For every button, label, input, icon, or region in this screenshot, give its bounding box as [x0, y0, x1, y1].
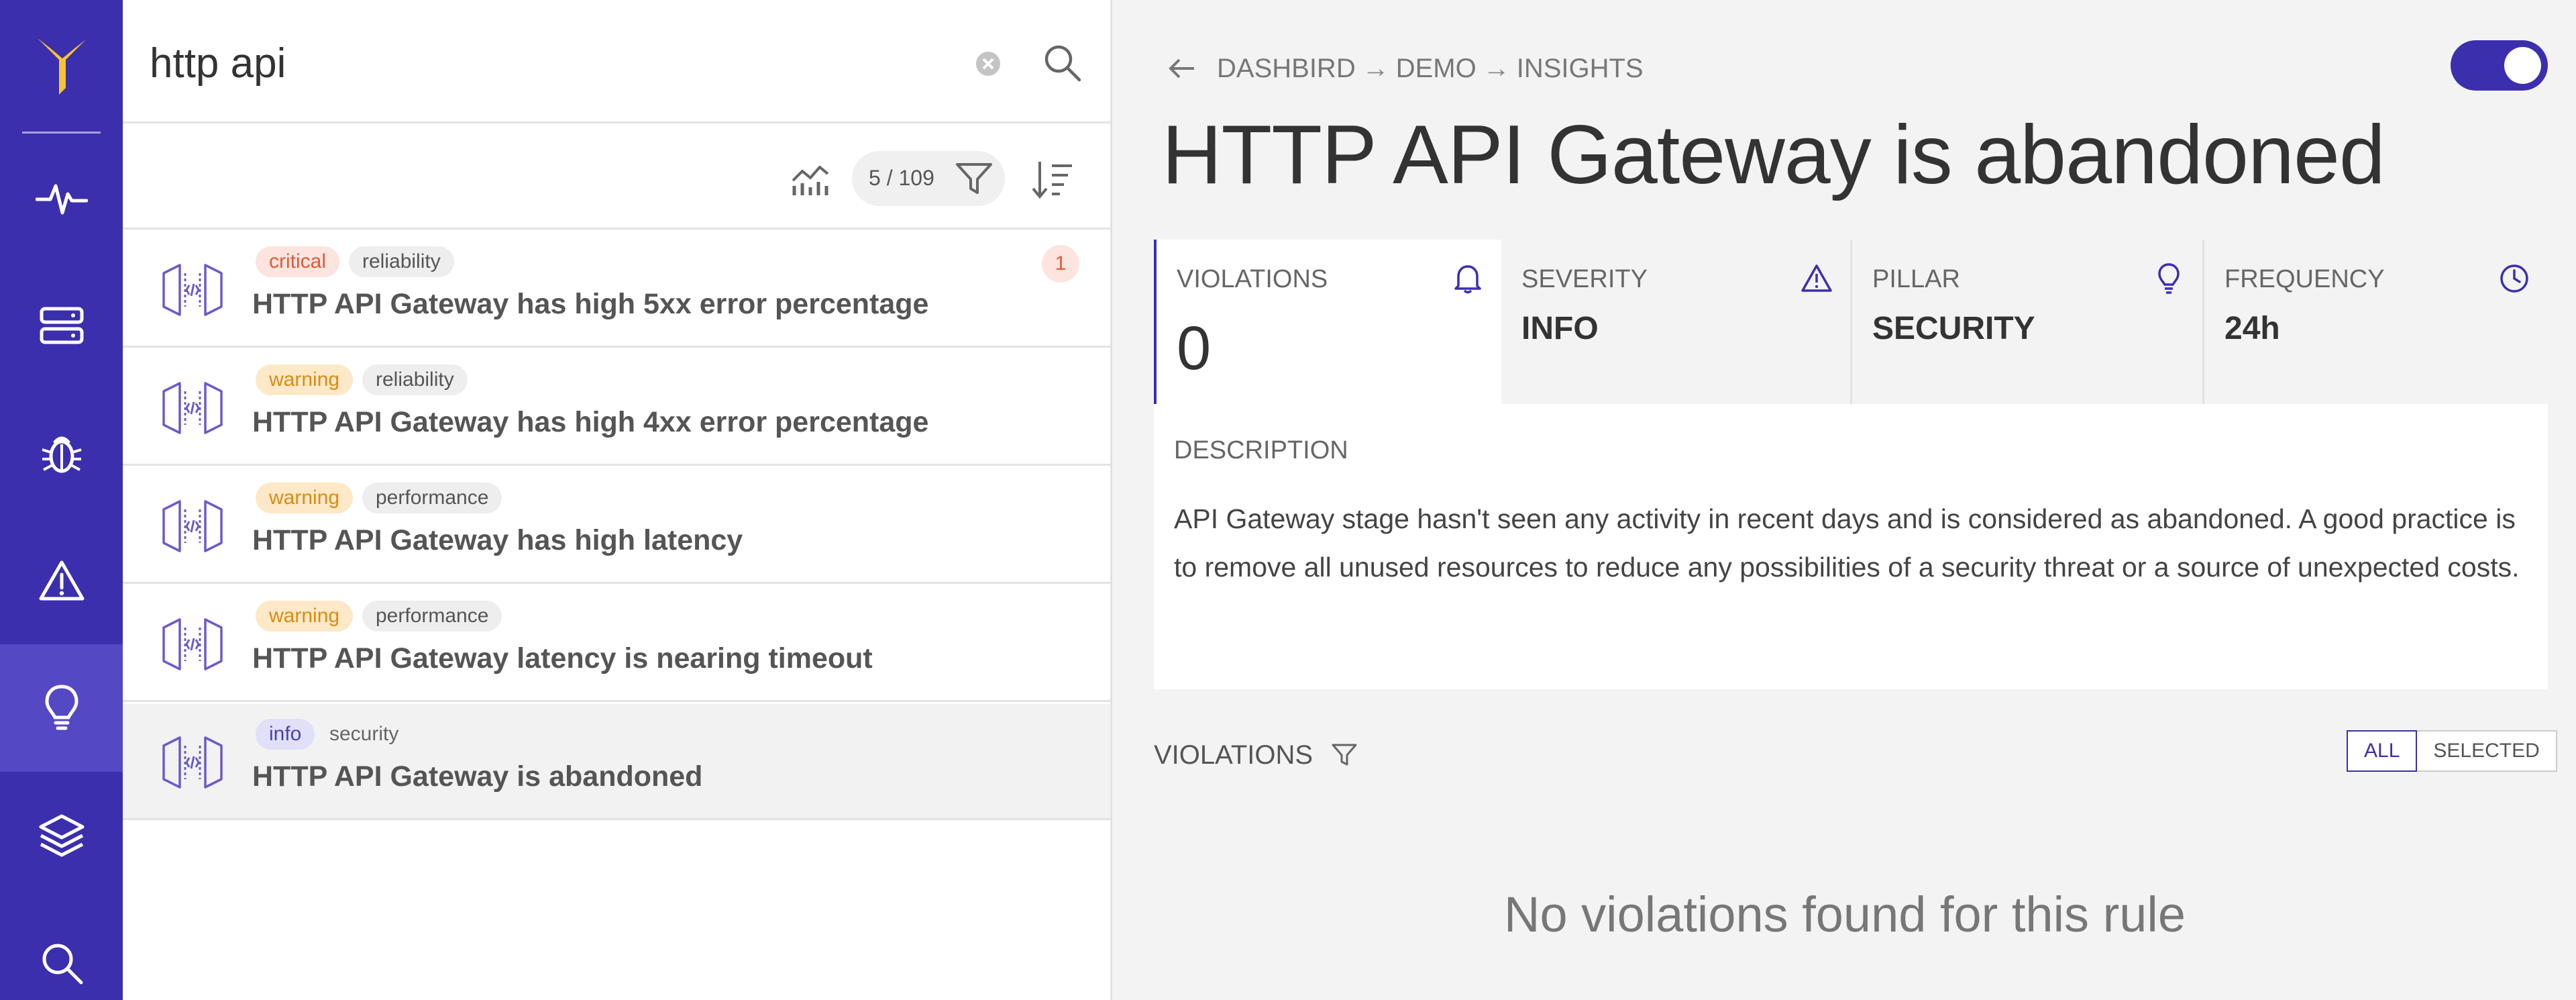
clear-search-button[interactable]	[971, 47, 1005, 81]
breadcrumb-separator: →	[1362, 53, 1389, 83]
layers-icon	[39, 814, 84, 857]
filter-selected-button[interactable]: SELECTED	[2417, 730, 2557, 772]
severity-label: SEVERITY	[1521, 265, 1648, 293]
api-gateway-icon	[160, 614, 225, 674]
nav-infrastructure[interactable]	[0, 262, 123, 389]
rule-title: HTTP API Gateway has high latency	[252, 524, 743, 556]
dashbird-logo[interactable]	[0, 0, 123, 132]
search-bar	[123, 0, 1110, 123]
api-gateway-icon	[160, 260, 225, 320]
nav-alarms[interactable]	[0, 517, 123, 644]
breadcrumb-demo[interactable]: DEMO	[1396, 54, 1477, 84]
pillar-value: SECURITY	[1872, 311, 2035, 346]
sort-icon	[1032, 161, 1072, 199]
filter-count-button[interactable]: 5 / 109	[852, 151, 1005, 206]
chart-toggle-button[interactable]	[787, 156, 834, 203]
rule-list-item[interactable]: warning performance HTTP API Gateway has h…	[123, 468, 1110, 584]
nav-activity[interactable]	[0, 134, 123, 262]
arrow-left-icon	[1169, 58, 1194, 79]
pillar-tag: performance	[362, 483, 502, 513]
breadcrumb-dashbird[interactable]: DASHBIRD	[1217, 54, 1356, 84]
breadcrumb-separator: →	[1483, 53, 1510, 83]
search-input[interactable]	[150, 32, 941, 94]
filter-icon	[953, 159, 996, 199]
toggle-knob	[2504, 47, 2541, 84]
nav-errors[interactable]	[0, 389, 123, 517]
search-icon	[42, 944, 83, 985]
rule-list-item[interactable]: warning reliability HTTP API Gateway has h…	[123, 350, 1110, 466]
clear-icon	[976, 52, 1000, 76]
list-toolbar: 5 / 109	[123, 126, 1110, 230]
filter-all-button[interactable]: ALL	[2347, 730, 2418, 772]
rule-count: 5 / 109	[869, 166, 934, 190]
api-gateway-icon	[160, 378, 225, 438]
description-card: DESCRIPTION API Gateway stage hasn't see…	[1154, 404, 2548, 689]
filter-icon	[1332, 744, 1357, 766]
frequency-label: FREQUENCY	[2224, 265, 2385, 293]
description-label: DESCRIPTION	[1174, 436, 1348, 464]
nav-insights[interactable]	[0, 644, 123, 772]
rule-title: HTTP API Gateway is abandoned	[252, 760, 703, 793]
pillar-label: PILLAR	[1872, 265, 1960, 293]
side-navigation	[0, 0, 123, 1000]
bar-chart-icon	[792, 166, 829, 195]
severity-tag: warning	[256, 364, 354, 395]
lightbulb-icon	[2150, 260, 2188, 297]
search-button[interactable]	[1038, 39, 1085, 86]
bug-icon	[41, 436, 82, 473]
severity-tag: warning	[256, 483, 354, 513]
rule-detail-panel: DASHBIRD → DEMO → INSIGHTS HTTP API Gate…	[1114, 0, 2576, 1000]
violations-scope-toggle: ALL SELECTED	[2347, 730, 2557, 772]
back-button[interactable]	[1167, 48, 1208, 89]
rule-title: HTTP API Gateway latency is nearing time…	[252, 642, 873, 674]
violations-heading: VIOLATIONS	[1154, 740, 1313, 770]
rail-divider	[22, 132, 101, 134]
violations-filter-button[interactable]	[1328, 738, 1361, 772]
rule-list-item[interactable]: critical reliability HTTP API Gateway has …	[123, 232, 1110, 348]
pillar-card: PILLAR SECURITY	[1852, 240, 2202, 404]
violation-count-badge: 1	[1042, 245, 1079, 283]
clock-icon	[2496, 260, 2533, 297]
warning-icon	[1798, 260, 1835, 297]
rule-list-item[interactable]: info security HTTP API Gateway is abandone…	[123, 704, 1110, 820]
server-icon	[40, 307, 83, 344]
severity-tag: critical	[256, 246, 340, 277]
pillar-tag: performance	[362, 601, 502, 632]
nav-resources[interactable]	[0, 772, 123, 899]
rules-list-panel: 5 / 109 critical reliability HTTP API Gate…	[123, 0, 1112, 1000]
api-gateway-icon	[160, 496, 225, 556]
sort-button[interactable]	[1025, 154, 1079, 204]
activity-icon	[35, 184, 88, 215]
logo-icon	[37, 38, 86, 95]
breadcrumb-insights[interactable]: INSIGHTS	[1517, 54, 1644, 84]
rule-list-item[interactable]: warning performance HTTP API Gateway laten…	[123, 586, 1110, 702]
violations-label: VIOLATIONS	[1177, 265, 1328, 293]
nav-search[interactable]	[0, 899, 123, 1000]
pillar-tag: reliability	[362, 364, 468, 395]
frequency-value: 24h	[2224, 311, 2280, 346]
pillar-tag: reliability	[349, 246, 454, 277]
breadcrumb: DASHBIRD → DEMO → INSIGHTS	[1167, 48, 1644, 89]
bell-icon	[1449, 260, 1487, 297]
rule-enabled-toggle[interactable]	[2451, 40, 2548, 91]
severity-tag: warning	[256, 601, 354, 632]
search-icon	[1044, 45, 1081, 82]
lightbulb-icon	[44, 685, 78, 730]
rule-title: HTTP API Gateway has high 4xx error perc…	[252, 406, 929, 438]
api-gateway-icon	[160, 732, 225, 793]
severity-value: INFO	[1521, 311, 1599, 346]
page-title: HTTP API Gateway is abandoned	[1162, 109, 2385, 201]
violations-value: 0	[1177, 314, 1212, 383]
frequency-card: FREQUENCY 24h	[2204, 240, 2548, 404]
pillar-tag: security	[329, 723, 399, 745]
rule-title: HTTP API Gateway has high 5xx error perc…	[252, 288, 929, 320]
alert-triangle-icon	[39, 560, 84, 601]
violations-card: VIOLATIONS 0	[1154, 240, 1501, 404]
description-text: API Gateway stage hasn't seen any activi…	[1174, 503, 2520, 583]
severity-tag: info	[256, 719, 315, 750]
severity-card: SEVERITY INFO	[1501, 240, 1850, 404]
empty-state-message: No violations found for this rule	[1504, 887, 2186, 942]
violations-header: VIOLATIONS	[1154, 735, 1361, 775]
